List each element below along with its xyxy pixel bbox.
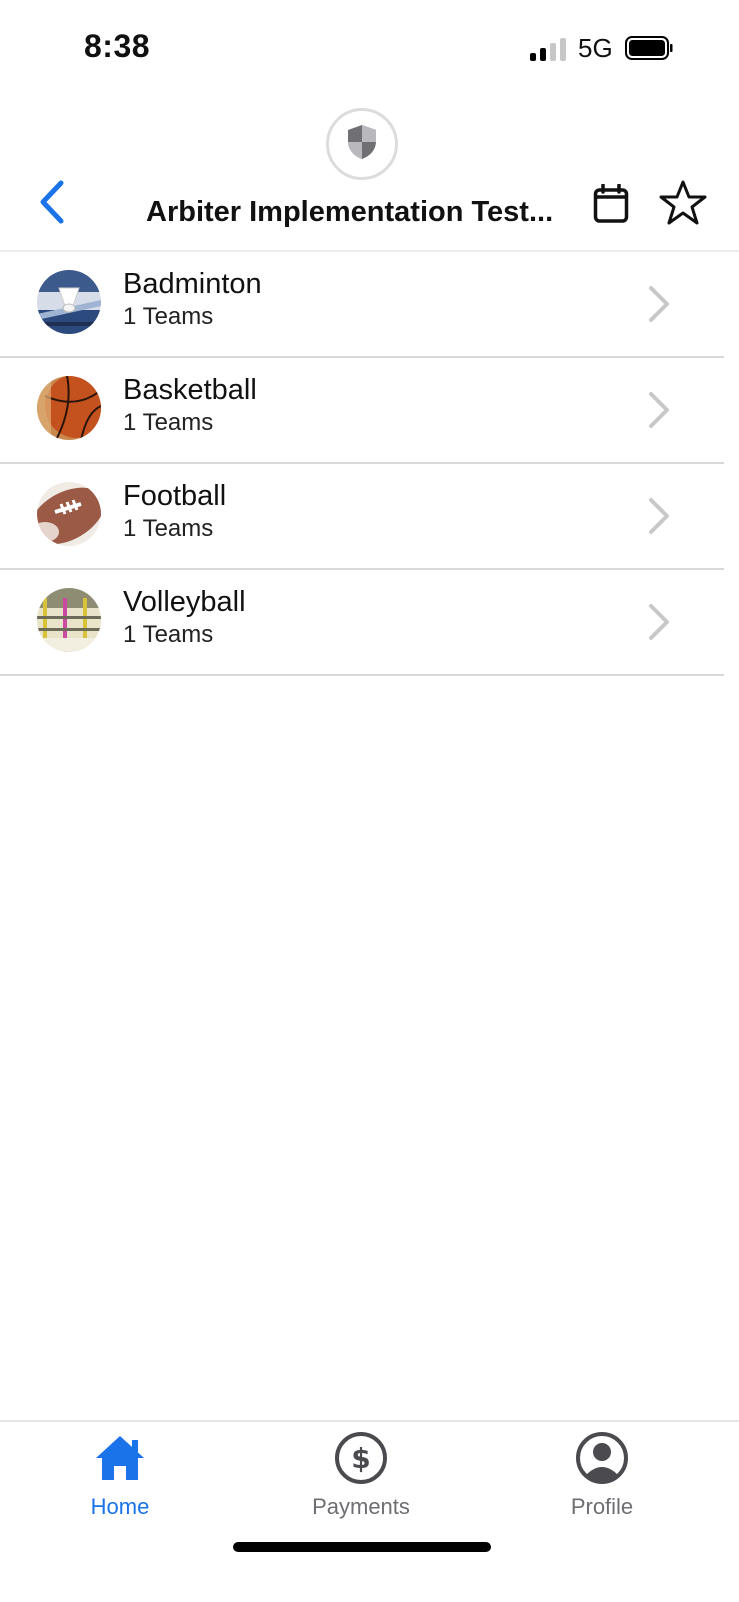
calendar-icon	[593, 182, 629, 229]
tab-bar: Home $ Payments Profile	[0, 1420, 739, 1602]
dollar-icon: $	[333, 1430, 389, 1486]
badminton-thumbnail	[37, 270, 101, 334]
network-type: 5G	[578, 33, 613, 63]
tab-label: Payments	[312, 1494, 410, 1519]
organization-logo	[326, 108, 398, 180]
calendar-button[interactable]	[590, 182, 632, 229]
basketball-thumbnail	[37, 376, 101, 440]
chevron-left-icon	[37, 179, 67, 230]
star-icon	[658, 179, 708, 232]
home-icon	[92, 1430, 148, 1486]
home-indicator[interactable]	[233, 1542, 491, 1552]
sport-name: Football	[123, 480, 227, 512]
chevron-right-icon	[646, 284, 672, 324]
chevron-right-icon	[646, 390, 672, 430]
cellular-signal-icon	[530, 37, 570, 61]
status-time: 8:38	[84, 28, 151, 64]
back-button[interactable]	[30, 178, 74, 230]
sport-name: Volleyball	[123, 586, 246, 618]
team-count: 1 Teams	[123, 621, 214, 648]
team-count: 1 Teams	[123, 515, 214, 542]
battery-icon	[625, 36, 673, 60]
tab-home[interactable]: Home	[40, 1428, 200, 1524]
football-thumbnail	[37, 482, 101, 546]
team-count: 1 Teams	[123, 409, 214, 436]
shield-icon	[345, 123, 379, 166]
chevron-right-icon	[646, 496, 672, 536]
status-bar: 8:38 5G	[0, 0, 739, 100]
team-count: 1 Teams	[123, 303, 214, 330]
favorite-button[interactable]	[656, 178, 710, 232]
tab-payments[interactable]: $ Payments	[281, 1428, 441, 1524]
sport-name: Basketball	[123, 374, 257, 406]
user-icon	[574, 1430, 630, 1486]
list-item-basketball[interactable]: Basketball 1 Teams	[0, 358, 724, 464]
tab-label: Home	[90, 1494, 150, 1519]
list-item-volleyball[interactable]: Volleyball 1 Teams	[0, 570, 724, 676]
list-item-badminton[interactable]: Badminton 1 Teams	[0, 252, 724, 358]
page-title: Arbiter Implementation Test...	[146, 196, 554, 228]
volleyball-thumbnail	[37, 588, 101, 652]
tab-profile[interactable]: Profile	[522, 1428, 682, 1524]
list-item-football[interactable]: Football 1 Teams	[0, 464, 724, 570]
sport-name: Badminton	[123, 268, 262, 300]
svg-text:$: $	[351, 1442, 370, 1475]
sports-list: Badminton 1 Teams Basketball 1 Teams Foo…	[0, 252, 724, 676]
tab-label: Profile	[570, 1494, 634, 1519]
chevron-right-icon	[646, 602, 672, 642]
